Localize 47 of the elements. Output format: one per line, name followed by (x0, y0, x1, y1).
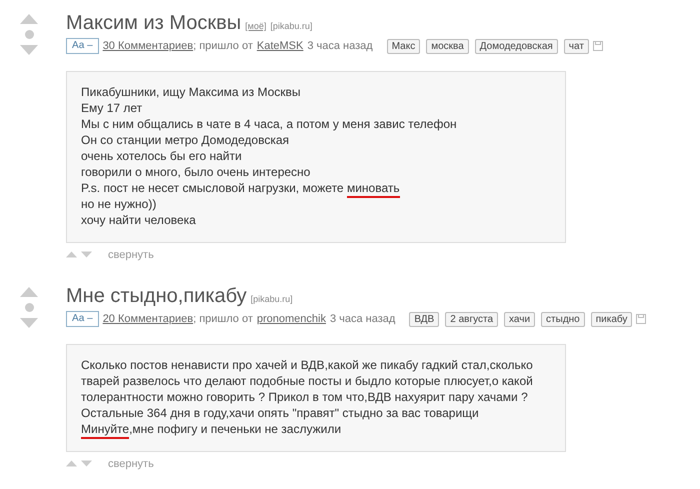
text-line: Пикабушники, ищу Максима из Москвы (81, 84, 302, 100)
upvote-icon[interactable] (66, 460, 77, 468)
downvote-icon[interactable] (20, 318, 38, 328)
tag[interactable]: стыдно (541, 312, 585, 327)
text-line: Мы с ним общались в чате в 4 часа, а потом у меня завис телефон (81, 116, 458, 132)
save-icon[interactable] (636, 314, 646, 324)
meta-text: ; пришло от (193, 39, 253, 54)
text-line: говорили о много, было очень интересно (81, 164, 312, 180)
text-line: очень хотелось бы его найти (81, 148, 243, 164)
title-link[interactable]: [pikabu.ru] (270, 21, 312, 31)
text-line: Он со станции метро Домодедовская (81, 132, 290, 148)
text-line: Сколько постов ненависти про хачей и ВДВ,какой же пикабу гадкий стал,сколько тварей развелось что делают подобные посты и быдло которые плюсует,о какой толерантности можно говорить ? Прикол в том что,ВДВ нахуярит пару хачами ? Остальные 364 дня в году,хачи опять "правят" стыдно за вас товарищи (81, 356, 534, 420)
tag[interactable]: хачи (504, 312, 536, 327)
font-size-toggle[interactable]: Аа – (66, 311, 99, 328)
post-time: 3 часа назад (330, 312, 396, 327)
downvote-icon[interactable] (81, 251, 92, 258)
author-link[interactable]: pronomenchik (256, 311, 326, 328)
upvote-icon[interactable] (66, 251, 77, 258)
text-line: но не нужно)) (81, 196, 158, 212)
font-size-toggle[interactable]: Аа – (66, 38, 99, 54)
tag[interactable]: чат (564, 38, 589, 54)
save-icon[interactable] (592, 41, 603, 52)
tag[interactable]: ВДВ (409, 312, 440, 327)
post-title[interactable]: Максим из Москвы (66, 12, 242, 34)
downvote-icon[interactable] (20, 45, 38, 55)
tag[interactable]: Макс (386, 38, 420, 54)
text-line: хочу найти человека (81, 212, 197, 228)
rating-dot-icon (24, 30, 34, 39)
tag[interactable]: москва (426, 38, 469, 54)
comments-link[interactable]: 20 Комментариев (102, 311, 194, 328)
tag[interactable]: 2 августа (445, 312, 498, 327)
downvote-icon[interactable] (81, 460, 92, 468)
tag[interactable]: Домодедовская (474, 38, 558, 54)
upvote-icon[interactable] (20, 287, 38, 297)
rating-dot-icon (24, 303, 34, 312)
text-line: Ему 17 лет (81, 100, 144, 116)
title-link[interactable]: [pikabu.ru] (250, 294, 293, 304)
title-link[interactable]: [моё] (245, 21, 266, 31)
author-link[interactable]: KateMSK (256, 38, 304, 54)
meta-text: ; пришло от (193, 312, 253, 327)
comments-link[interactable]: 30 Комментариев (102, 38, 194, 54)
text-line: P.s. пост не несет смысловой нагрузки, можете миновать (81, 180, 551, 196)
text-line: Минуйте,мне пофигу и печеньки не заслужили (81, 420, 551, 436)
post-title[interactable]: Мне стыдно,пикабу (66, 285, 247, 307)
upvote-icon[interactable] (20, 14, 38, 24)
tag[interactable]: пикабу (590, 312, 632, 327)
post-time: 3 часа назад (307, 39, 373, 54)
